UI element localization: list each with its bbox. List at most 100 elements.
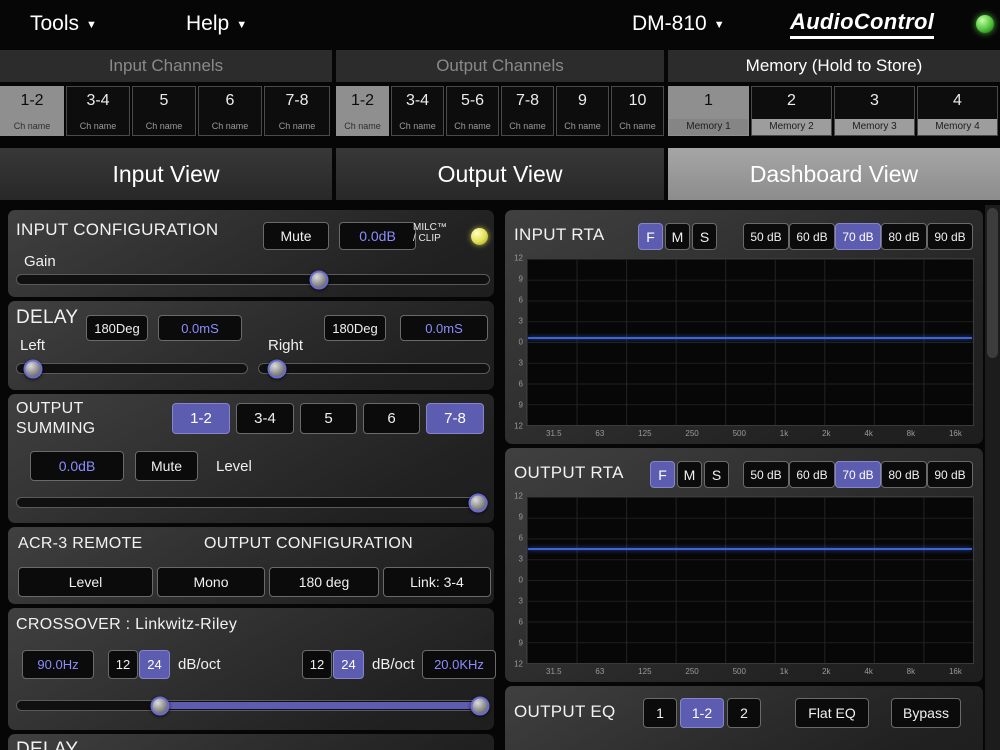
crossover-range-slider[interactable] — [16, 700, 488, 711]
delay-left-phase-button[interactable]: 180Deg — [86, 315, 148, 341]
delay-right-value-button[interactable]: 0.0mS — [400, 315, 488, 341]
output-channel-tab-5-6[interactable]: 5-6 Ch name — [446, 86, 499, 136]
output-channel-tab-1-2[interactable]: 1-2 Ch name — [336, 86, 389, 136]
input-mute-button[interactable]: Mute — [263, 222, 329, 250]
input-channel-tab-5[interactable]: 5 Ch name — [132, 86, 196, 136]
input-rta-scale-90-button[interactable]: 90 dB — [927, 223, 973, 250]
output-summing-panel: OUTPUT SUMMING 1-2 3-4 5 6 7-8 0.0dB Mut… — [8, 394, 494, 523]
input-channel-tab-1-2[interactable]: 1-2 Ch name — [0, 86, 64, 136]
memory-tab-2[interactable]: 2 Memory 2 — [751, 86, 832, 136]
scrollbar[interactable] — [985, 205, 1000, 750]
tab-subtitle: Ch name — [454, 122, 491, 131]
x-tick: 31.5 — [546, 667, 562, 678]
tab-input-view[interactable]: Input View — [0, 148, 332, 200]
input-channel-tab-6[interactable]: 6 Ch name — [198, 86, 262, 136]
memory-title: Memory (Hold to Store) — [746, 56, 923, 76]
scrollbar-thumb[interactable] — [987, 208, 998, 358]
output-rta-medium-button[interactable]: M — [677, 461, 702, 488]
input-rta-scale-70-button[interactable]: 70 dB — [835, 223, 881, 250]
output-channel-tab-9[interactable]: 9 Ch name — [556, 86, 609, 136]
delay-left-slider-thumb[interactable] — [24, 359, 43, 378]
crossover-high-freq-button[interactable]: 20.0KHz — [422, 650, 496, 679]
output-phase-button[interactable]: 180 deg — [269, 567, 379, 597]
tab-label: 1-2 — [351, 93, 374, 109]
output-mono-button[interactable]: Mono — [157, 567, 265, 597]
delay-right-phase-button[interactable]: 180Deg — [324, 315, 386, 341]
output-link-button[interactable]: Link: 3-4 — [383, 567, 491, 597]
output-eq-band-1-2-button[interactable]: 1-2 — [680, 698, 724, 728]
output-rta-slow-button[interactable]: S — [704, 461, 729, 488]
input-rta-scale-60-button[interactable]: 60 dB — [789, 223, 835, 250]
x-tick: 500 — [733, 429, 746, 440]
input-rta-scale-50-button[interactable]: 50 dB — [743, 223, 789, 250]
summing-channel-5-button[interactable]: 5 — [300, 403, 357, 434]
delay-right-slider-thumb[interactable] — [268, 359, 287, 378]
memory-tab-3[interactable]: 3 Memory 3 — [834, 86, 915, 136]
crossover-low-slope-12-button[interactable]: 12 — [108, 650, 138, 679]
output-rta-fast-button[interactable]: F — [650, 461, 675, 488]
input-rta-slow-button[interactable]: S — [692, 223, 717, 250]
crossover-low-thumb[interactable] — [151, 696, 170, 715]
summing-channel-1-2-button[interactable]: 1-2 — [172, 403, 230, 434]
gain-slider-thumb[interactable] — [310, 270, 329, 289]
x-tick: 2k — [822, 429, 830, 440]
acr-level-button[interactable]: Level — [18, 567, 153, 597]
output-eq-band-2-button[interactable]: 2 — [727, 698, 761, 728]
output-rta-scale-90-button[interactable]: 90 dB — [927, 461, 973, 488]
summing-channel-3-4-button[interactable]: 3-4 — [236, 403, 294, 434]
output-summing-title-line2: SUMMING — [16, 420, 95, 438]
output-rta-scale-60-button[interactable]: 60 dB — [789, 461, 835, 488]
summing-mute-button[interactable]: Mute — [135, 451, 198, 481]
tab-label: 2 — [787, 93, 796, 109]
summing-level-value-button[interactable]: 0.0dB — [30, 451, 124, 481]
summing-channel-6-button[interactable]: 6 — [363, 403, 420, 434]
crossover-high-slope-24-button[interactable]: 24 — [333, 650, 364, 679]
gain-slider[interactable] — [16, 274, 490, 285]
output-channel-tab-3-4[interactable]: 3-4 Ch name — [391, 86, 444, 136]
input-gain-value-button[interactable]: 0.0dB — [339, 222, 416, 250]
acr-remote-panel: ACR-3 REMOTE OUTPUT CONFIGURATION Level … — [8, 527, 494, 604]
input-rta-fast-button[interactable]: F — [638, 223, 663, 250]
output-rta-x-axis: 31.5 63 125 250 500 1k 2k 4k 8k 16k — [526, 665, 974, 678]
input-rta-title: INPUT RTA — [514, 225, 605, 245]
input-rta-medium-button[interactable]: M — [665, 223, 690, 250]
summing-level-slider-thumb[interactable] — [468, 493, 487, 512]
output-rta-scale-50-button[interactable]: 50 dB — [743, 461, 789, 488]
memory-tab-1[interactable]: 1 Memory 1 — [668, 86, 749, 136]
tab-label: 7-8 — [285, 93, 308, 109]
input-rta-graph: 12 9 6 3 0 3 6 9 12 31.5 63 125 250 500 … — [509, 258, 977, 440]
input-configuration-title: INPUT CONFIGURATION — [16, 220, 218, 240]
output-rta-scale-80-button[interactable]: 80 dB — [881, 461, 927, 488]
tools-menu[interactable]: Tools ▼ — [30, 0, 97, 48]
output-channel-tab-7-8[interactable]: 7-8 Ch name — [501, 86, 554, 136]
crossover-low-db-oct-label: dB/oct — [178, 656, 221, 673]
delay-left-slider[interactable] — [16, 363, 248, 374]
summing-channel-7-8-button[interactable]: 7-8 — [426, 403, 484, 434]
tab-output-view[interactable]: Output View — [336, 148, 664, 200]
input-channel-tab-3-4[interactable]: 3-4 Ch name — [66, 86, 130, 136]
memory-tab-4[interactable]: 4 Memory 4 — [917, 86, 998, 136]
crossover-range-fill — [160, 702, 480, 709]
output-eq-band-1-button[interactable]: 1 — [643, 698, 677, 728]
flat-eq-button[interactable]: Flat EQ — [795, 698, 869, 728]
crossover-high-thumb[interactable] — [470, 696, 489, 715]
tab-subtitle: Ch name — [212, 122, 249, 131]
device-selector[interactable]: DM-810 ▼ — [632, 0, 725, 48]
crossover-low-freq-button[interactable]: 90.0Hz — [22, 650, 94, 679]
crossover-low-slope-24-button[interactable]: 24 — [139, 650, 170, 679]
crossover-high-slope-12-button[interactable]: 12 — [302, 650, 332, 679]
delay-left-value-button[interactable]: 0.0mS — [158, 315, 242, 341]
output-rta-plot — [526, 496, 974, 664]
delay-right-slider[interactable] — [258, 363, 490, 374]
output-channel-tab-10[interactable]: 10 Ch name — [611, 86, 664, 136]
summing-level-slider[interactable] — [16, 497, 488, 508]
input-rta-scale-80-button[interactable]: 80 dB — [881, 223, 927, 250]
help-menu-label: Help — [186, 12, 229, 36]
help-menu[interactable]: Help ▼ — [186, 0, 247, 48]
output-rta-scale-70-button[interactable]: 70 dB — [835, 461, 881, 488]
tab-dashboard-view[interactable]: Dashboard View — [668, 148, 1000, 200]
x-tick: 4k — [864, 667, 872, 678]
y-tick: 12 — [509, 254, 523, 263]
eq-bypass-button[interactable]: Bypass — [891, 698, 961, 728]
input-channel-tab-7-8[interactable]: 7-8 Ch name — [264, 86, 330, 136]
